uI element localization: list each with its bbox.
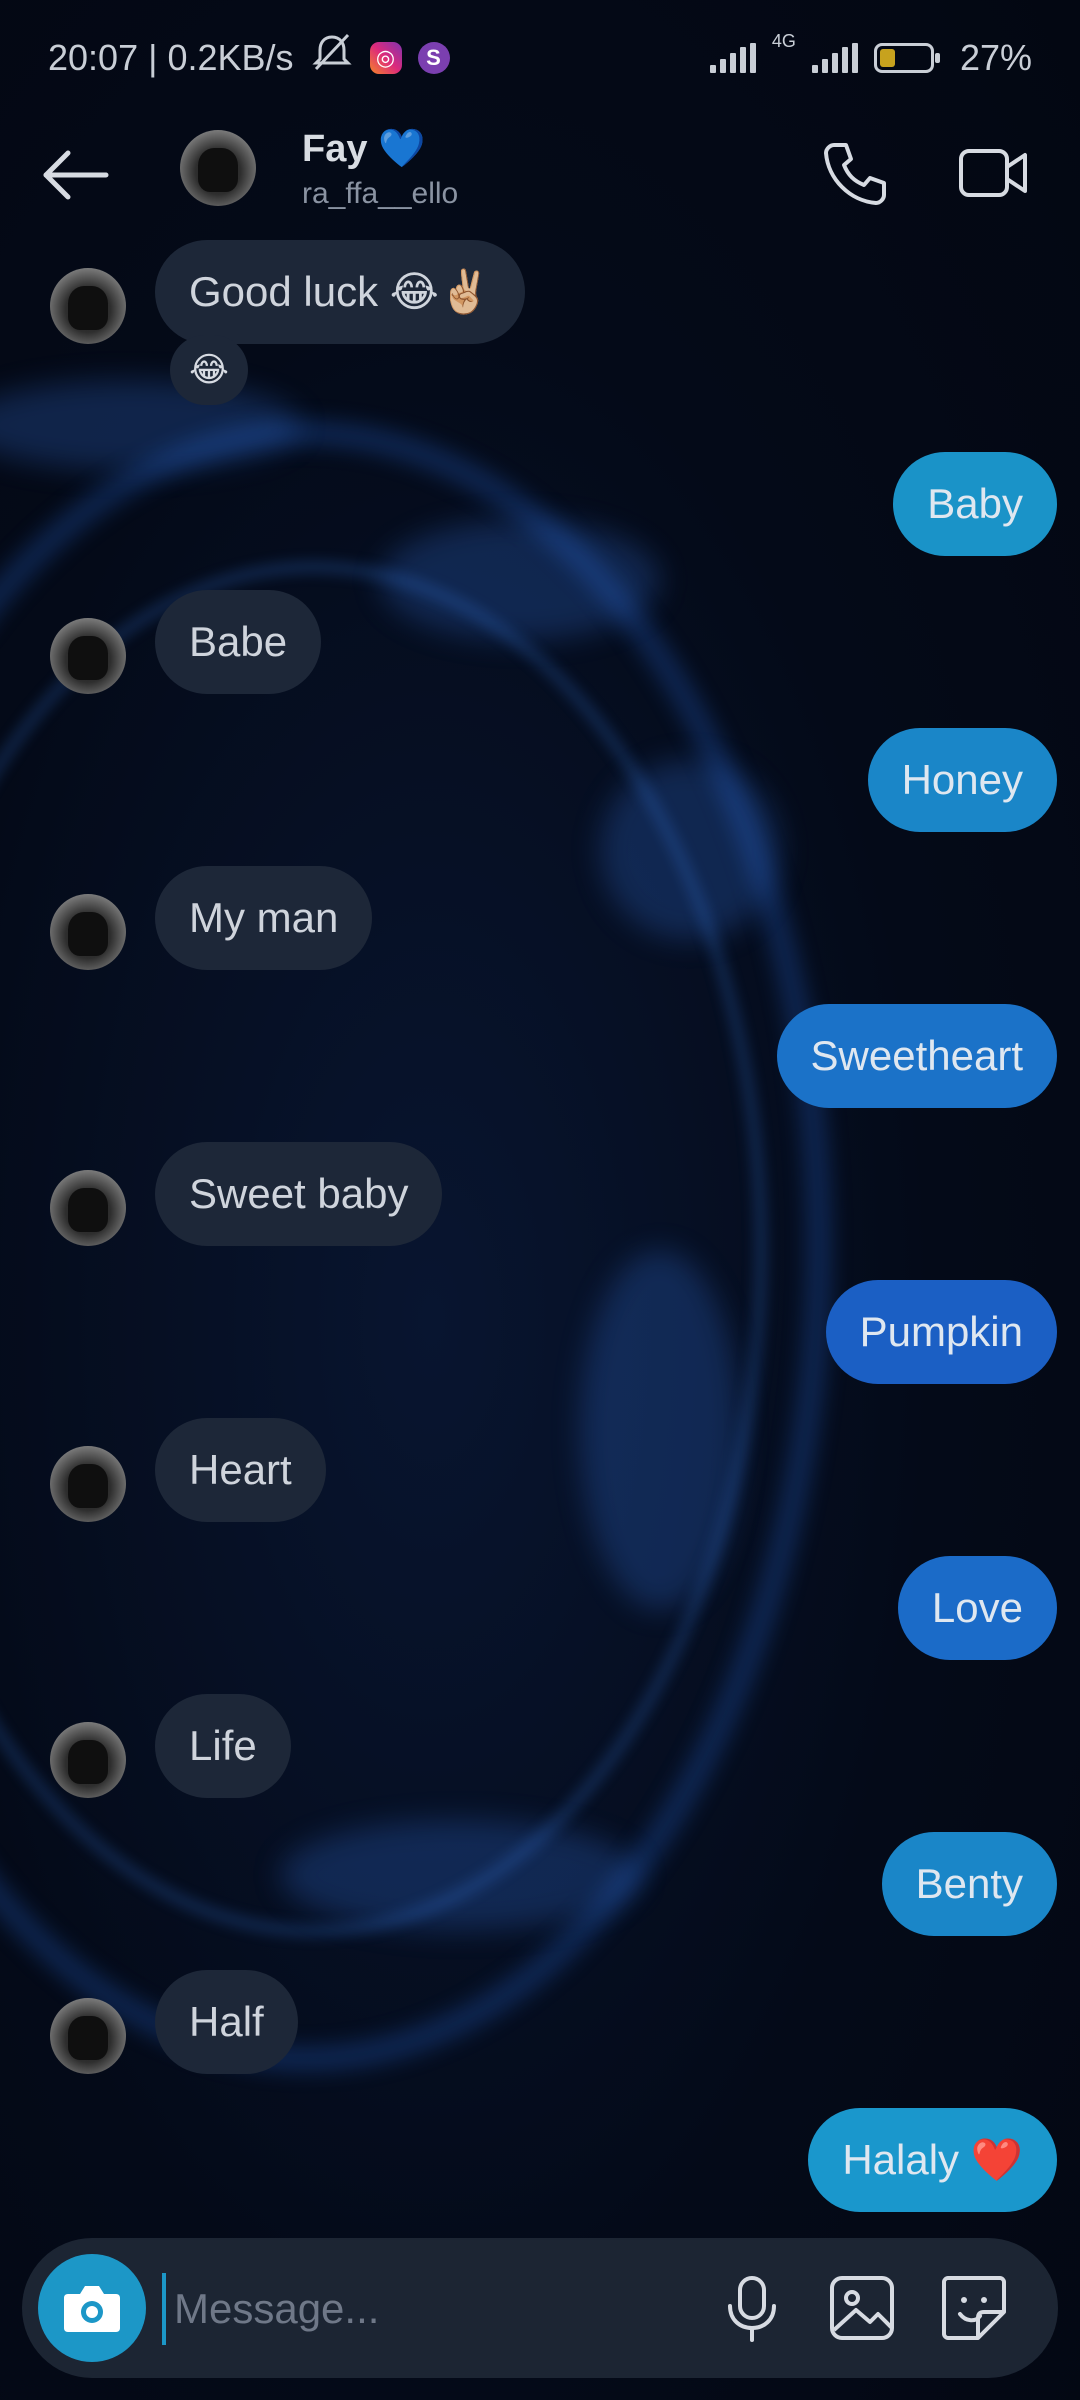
camera-button[interactable]	[38, 2254, 146, 2362]
contact-handle: ra_ffa__ello	[302, 177, 459, 210]
message-bubble-outgoing[interactable]: Baby	[893, 452, 1057, 556]
back-arrow-icon	[43, 150, 109, 200]
background-wisp	[600, 760, 780, 940]
microphone-icon	[728, 2276, 776, 2342]
sender-avatar[interactable]	[50, 894, 126, 970]
signal-icon	[709, 42, 756, 73]
contact-name: Fay 💙	[302, 128, 426, 170]
sender-avatar[interactable]	[50, 618, 126, 694]
microphone-button[interactable]	[712, 2268, 792, 2348]
chat-header: Fay 💙 ra_ffa__ello	[0, 115, 1080, 235]
phone-icon	[824, 143, 886, 205]
contact-info[interactable]: Fay 💙 ra_ffa__ello	[302, 127, 458, 211]
video-call-button[interactable]	[955, 137, 1031, 209]
message-reaction[interactable]: 😂	[170, 335, 248, 405]
status-bar: 20:07 | 0.2KB/s ◎ S 4G 27%	[0, 0, 1080, 115]
message-bubble-outgoing[interactable]: Pumpkin	[825, 1280, 1057, 1384]
image-icon	[830, 2276, 894, 2340]
sender-avatar[interactable]	[50, 1998, 126, 2074]
message-bubble-incoming[interactable]: Babe	[155, 590, 322, 694]
background-wisp	[380, 520, 660, 640]
sender-avatar[interactable]	[50, 268, 126, 344]
network-label: 4G	[771, 30, 796, 51]
message-bubble-outgoing[interactable]: Sweetheart	[776, 1004, 1057, 1108]
background-wisp	[280, 1820, 640, 1930]
sender-avatar[interactable]	[50, 1722, 126, 1798]
message-bubble-outgoing[interactable]: Honey	[867, 728, 1057, 832]
signal-icon-2	[811, 42, 858, 73]
message-composer	[22, 2238, 1058, 2378]
message-input[interactable]	[162, 2273, 736, 2345]
message-bubble-outgoing[interactable]: Benty	[881, 1832, 1057, 1936]
skype-icon: S	[417, 41, 450, 74]
message-bubble-outgoing[interactable]: Halaly ❤️	[808, 2108, 1057, 2212]
sticker-icon	[942, 2276, 1006, 2340]
contact-avatar[interactable]	[180, 130, 256, 206]
voice-call-button[interactable]	[820, 137, 892, 209]
battery-icon	[873, 42, 940, 73]
message-bubble-outgoing[interactable]: Love	[897, 1556, 1057, 1660]
battery-text: 27%	[959, 36, 1032, 78]
message-bubble-incoming[interactable]: My man	[155, 866, 373, 970]
sender-avatar[interactable]	[50, 1170, 126, 1246]
sticker-button[interactable]	[934, 2268, 1014, 2348]
instagram-icon: ◎	[369, 41, 402, 74]
gallery-button[interactable]	[822, 2268, 902, 2348]
message-bubble-incoming[interactable]: Good luck 😂✌🏼	[155, 240, 526, 344]
chat-screen: 20:07 | 0.2KB/s ◎ S 4G 27% Fay 💙 ra_ffa_…	[0, 0, 1080, 2400]
message-bubble-incoming[interactable]: Sweet baby	[155, 1142, 443, 1246]
camera-icon	[64, 2286, 120, 2332]
back-button[interactable]	[40, 143, 112, 207]
mute-icon	[310, 33, 354, 82]
message-bubble-incoming[interactable]: Heart	[155, 1418, 326, 1522]
status-time-speed: 20:07 | 0.2KB/s	[48, 36, 294, 78]
message-bubble-incoming[interactable]: Half	[155, 1970, 298, 2074]
message-bubble-incoming[interactable]: Life	[155, 1694, 291, 1798]
background-wisp	[580, 1250, 740, 1610]
battery-fill	[879, 48, 895, 67]
sender-avatar[interactable]	[50, 1446, 126, 1522]
video-camera-icon	[959, 149, 1027, 197]
